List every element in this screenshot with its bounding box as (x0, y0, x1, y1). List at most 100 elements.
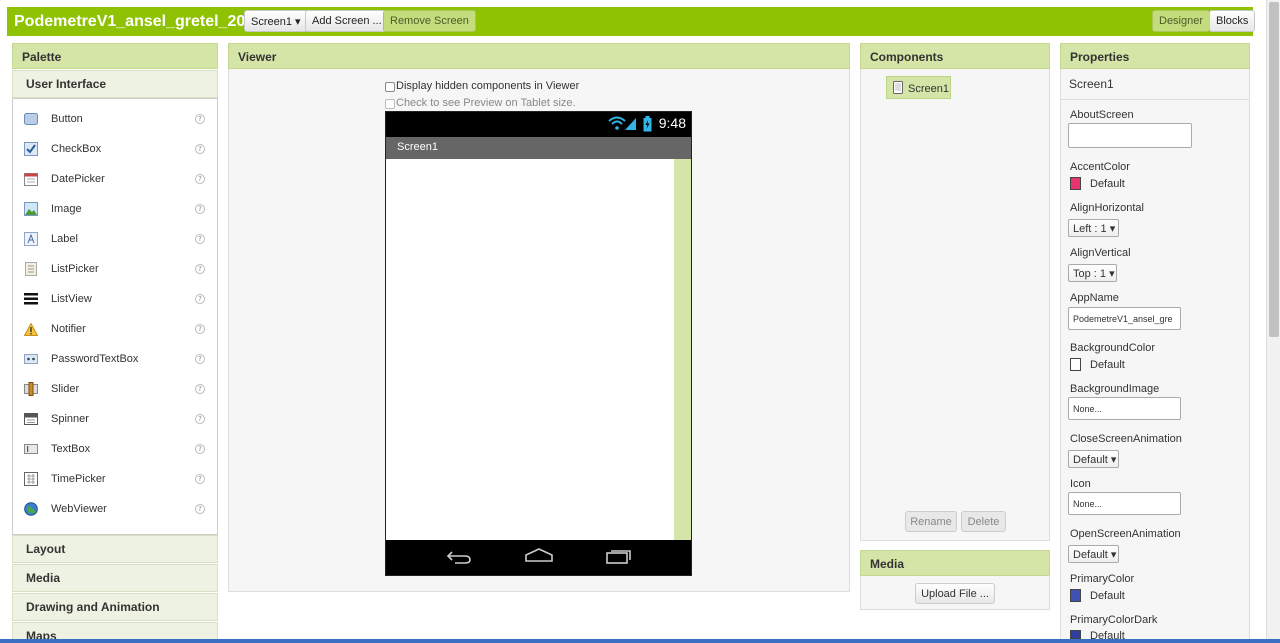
prop-accent-color-label: AccentColor (1070, 161, 1130, 173)
accent-color-swatch[interactable] (1070, 177, 1081, 190)
phone-scrollbar[interactable] (674, 159, 691, 540)
palette-item-spinner[interactable]: Spinner ? (13, 404, 217, 434)
help-icon[interactable]: ? (195, 174, 205, 184)
checkbox-icon (24, 142, 38, 156)
palette-item-webviewer[interactable]: WebViewer ? (13, 494, 217, 524)
recent-apps-icon[interactable] (606, 548, 632, 567)
close-animation-dropdown[interactable]: Default ▾ (1068, 450, 1119, 468)
page-scrollbar-thumb[interactable] (1269, 2, 1279, 337)
palette-section-media[interactable]: Media (12, 564, 218, 592)
accent-color-value[interactable]: Default (1090, 178, 1125, 190)
help-icon[interactable]: ? (195, 294, 205, 304)
primary-color-value[interactable]: Default (1090, 590, 1125, 602)
delete-button[interactable]: Delete (961, 511, 1006, 532)
help-icon[interactable]: ? (195, 144, 205, 154)
app-name-input[interactable]: PodemetreV1_ansel_gre (1068, 307, 1181, 330)
palette-section-drawing-animation[interactable]: Drawing and Animation (12, 593, 218, 621)
prop-open-animation-label: OpenScreenAnimation (1070, 528, 1181, 540)
palette-section-layout[interactable]: Layout (12, 535, 218, 563)
palette-item-slider[interactable]: Slider ? (13, 374, 217, 404)
palette-item-button[interactable]: Button ? (13, 104, 217, 134)
palette-user-interface-list: Button ? CheckBox ? DatePicker ? Image ?… (12, 98, 218, 535)
palette-item-checkbox[interactable]: CheckBox ? (13, 134, 217, 164)
palette-item-datepicker[interactable]: DatePicker ? (13, 164, 217, 194)
screen-dropdown[interactable]: Screen1 ▾ (244, 10, 308, 32)
component-tree-screen1[interactable]: Screen1 (886, 76, 951, 99)
prop-align-vertical-label: AlignVertical (1070, 247, 1131, 259)
list-picker-icon (24, 262, 38, 276)
palette-item-label: Spinner (51, 413, 89, 425)
help-icon[interactable]: ? (195, 204, 205, 214)
primary-color-swatch[interactable] (1070, 589, 1081, 602)
background-image-picker[interactable]: None... (1068, 397, 1181, 420)
page-scrollbar[interactable] (1266, 0, 1280, 643)
add-screen-button[interactable]: Add Screen ... (305, 10, 389, 32)
prop-close-animation-label: CloseScreenAnimation (1070, 433, 1182, 445)
password-icon (24, 352, 38, 366)
media-header: Media (860, 550, 1050, 576)
warning-icon (24, 322, 38, 336)
spinner-icon (24, 412, 38, 426)
background-color-value[interactable]: Default (1090, 359, 1125, 371)
help-icon[interactable]: ? (195, 414, 205, 424)
palette-item-label: DatePicker (51, 173, 105, 185)
help-icon[interactable]: ? (195, 264, 205, 274)
blocks-button[interactable]: Blocks (1209, 10, 1256, 32)
help-icon[interactable]: ? (195, 384, 205, 394)
about-screen-textarea[interactable] (1068, 123, 1192, 148)
palette-item-image[interactable]: Image ? (13, 194, 217, 224)
rename-button[interactable]: Rename (905, 511, 957, 532)
calendar-icon (24, 172, 38, 186)
phone-preview: 9:48 Screen1 (385, 111, 692, 576)
help-icon[interactable]: ? (195, 354, 205, 364)
help-icon[interactable]: ? (195, 444, 205, 454)
palette-item-timepicker[interactable]: TimePicker ? (13, 464, 217, 494)
palette-item-passwordtextbox[interactable]: PasswordTextBox ? (13, 344, 217, 374)
align-horizontal-dropdown[interactable]: Left : 1 ▾ (1068, 219, 1119, 237)
tablet-preview-checkbox[interactable] (385, 99, 395, 109)
wifi-icon (608, 116, 626, 133)
phone-title-bar: Screen1 (386, 137, 691, 159)
button-icon (24, 112, 38, 126)
align-vertical-dropdown[interactable]: Top : 1 ▾ (1068, 264, 1117, 282)
palette-item-listpicker[interactable]: ListPicker ? (13, 254, 217, 284)
help-icon[interactable]: ? (195, 114, 205, 124)
palette-item-textbox[interactable]: TextBox ? (13, 434, 217, 464)
prop-primary-color-dark-label: PrimaryColorDark (1070, 614, 1158, 626)
palette-section-user-interface[interactable]: User Interface (12, 70, 218, 98)
prop-background-color-label: BackgroundColor (1070, 342, 1155, 354)
image-icon (24, 202, 38, 216)
help-icon[interactable]: ? (195, 324, 205, 334)
prop-app-name-label: AppName (1070, 292, 1119, 304)
upload-file-button[interactable]: Upload File ... (915, 583, 995, 604)
help-icon[interactable]: ? (195, 474, 205, 484)
home-icon[interactable] (525, 547, 553, 566)
palette-item-label: Slider (51, 383, 80, 395)
icon-picker[interactable]: None... (1068, 492, 1181, 515)
help-icon[interactable]: ? (195, 504, 205, 514)
os-taskbar (0, 639, 1280, 643)
open-animation-dropdown[interactable]: Default ▾ (1068, 545, 1119, 563)
background-color-swatch[interactable] (1070, 358, 1081, 371)
properties-screen-row: Screen1 (1060, 69, 1250, 100)
palette-item-notifier[interactable]: Notifier ? (13, 314, 217, 344)
prop-primary-color-label: PrimaryColor (1070, 573, 1135, 585)
prop-icon-label: Icon (1070, 478, 1091, 490)
back-icon[interactable] (446, 549, 472, 568)
phone-status-bar: 9:48 (386, 112, 691, 137)
phone-nav-bar (386, 540, 691, 575)
slider-icon (24, 382, 38, 396)
palette-item-label: TimePicker (51, 473, 106, 485)
palette-item-label[interactable]: Label ? (13, 224, 217, 254)
component-tree-label: Screen1 (908, 83, 949, 95)
primary-color-dark-swatch[interactable] (1070, 630, 1081, 639)
remove-screen-button[interactable]: Remove Screen (383, 10, 476, 32)
palette-item-label: Button (51, 113, 83, 125)
help-icon[interactable]: ? (195, 234, 205, 244)
screen-icon (893, 81, 903, 97)
designer-button[interactable]: Designer (1152, 10, 1211, 32)
top-toolbar: PodemetreV1_ansel_gretel_201 Screen1 ▾ A… (7, 7, 1256, 36)
components-header: Components (860, 43, 1050, 69)
palette-item-listview[interactable]: ListView ? (13, 284, 217, 314)
hidden-components-checkbox[interactable] (385, 82, 395, 92)
